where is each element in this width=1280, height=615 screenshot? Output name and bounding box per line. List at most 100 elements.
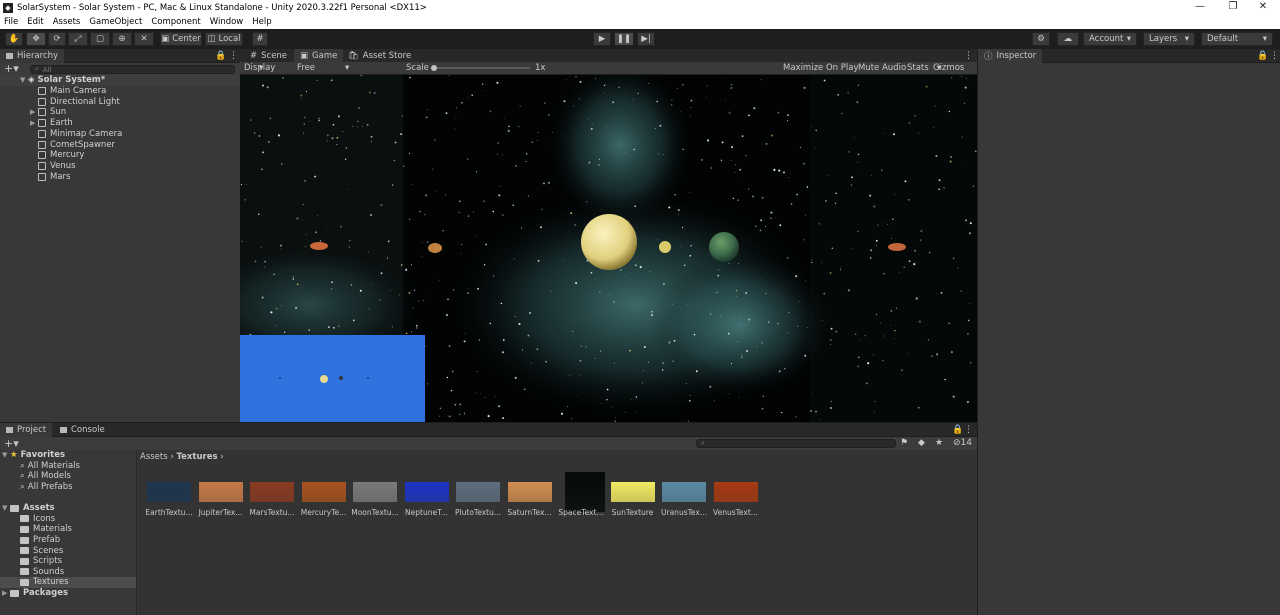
create-icon[interactable]: +▾ [4, 437, 19, 450]
breadcrumb-assets[interactable]: Assets [140, 452, 168, 462]
lock-icon[interactable]: 🔒 [952, 423, 963, 437]
favorite-item[interactable]: ⌕ All Prefabs [0, 482, 136, 493]
menu-file[interactable]: File [4, 17, 18, 27]
expand-arrow-icon[interactable]: ▶ [2, 589, 10, 597]
rotate-tool-icon[interactable]: ⟳ [48, 32, 66, 46]
panel-menu-icon[interactable]: ⋮ [229, 49, 238, 63]
layers-dropdown[interactable]: Layers ▾ [1143, 32, 1195, 46]
maximize-on-play-toggle[interactable]: Maximize On Play [783, 62, 858, 74]
packages-row[interactable]: ▶ Packages [0, 588, 136, 599]
lock-icon[interactable]: 🔒 [215, 49, 226, 63]
tab-project[interactable]: Project [0, 423, 53, 437]
star [631, 399, 632, 400]
tab-scene[interactable]: # Scene [244, 49, 293, 63]
hierarchy-item[interactable]: Mars [0, 171, 240, 182]
folder-item[interactable]: Sounds [0, 567, 136, 578]
folder-item[interactable]: Textures [0, 577, 136, 588]
expand-arrow-icon[interactable]: ▼ [2, 504, 10, 512]
menu-assets[interactable]: Assets [53, 17, 81, 27]
pivot-local-toggle[interactable]: ◫ Local [205, 32, 243, 46]
favorites-row[interactable]: ▼ ★ Favorites [0, 450, 136, 461]
scale-slider-handle[interactable] [431, 65, 437, 71]
star [719, 314, 721, 317]
menu-help[interactable]: Help [252, 17, 271, 27]
breadcrumb-textures[interactable]: Textures [176, 452, 217, 462]
panel-menu-icon[interactable]: ⋮ [964, 49, 973, 63]
menu-gameobject[interactable]: GameObject [89, 17, 142, 27]
add-icon[interactable]: +▾ [4, 62, 19, 75]
hand-tool-icon[interactable]: ✋ [5, 32, 23, 46]
assets-row[interactable]: ▼ Assets [0, 503, 136, 514]
menu-component[interactable]: Component [151, 17, 200, 27]
filter-label-icon[interactable]: ◆ [918, 438, 925, 448]
hierarchy-item-label: CometSpawner [50, 139, 116, 150]
folder-item[interactable]: Scripts [0, 556, 136, 567]
project-search-input[interactable]: ⌕ [696, 439, 896, 448]
rect-tool-icon[interactable]: ▢ [90, 32, 110, 46]
star [884, 132, 885, 134]
tab-game[interactable]: ▣ Game [294, 49, 344, 63]
expand-arrow-icon[interactable]: ▶ [30, 108, 38, 116]
move-tool-icon[interactable]: ✥ [26, 32, 46, 46]
star [637, 92, 639, 94]
maximize-button[interactable]: ❐ [1218, 0, 1248, 15]
menu-window[interactable]: Window [210, 17, 244, 27]
hierarchy-item[interactable]: Directional Light [0, 96, 240, 107]
expand-arrow-icon[interactable]: ▼ [2, 451, 10, 459]
folder-item[interactable]: Scenes [0, 545, 136, 556]
close-button[interactable]: ✕ [1248, 0, 1278, 15]
folder-item[interactable]: Prefab [0, 535, 136, 546]
folder-item[interactable]: Materials [0, 524, 136, 535]
filter-type-icon[interactable]: ⚑ [900, 438, 908, 448]
favorite-item[interactable]: ⌕ All Materials [0, 461, 136, 472]
hierarchy-item[interactable]: ▶ Earth [0, 118, 240, 129]
step-button[interactable]: ▶| [637, 32, 655, 46]
hierarchy-item[interactable]: Main Camera [0, 86, 240, 97]
folder-item[interactable]: Icons [0, 514, 136, 525]
tab-asset-store[interactable]: 🛍 Asset Store [342, 49, 417, 63]
expand-arrow-icon[interactable]: ▼ [20, 76, 28, 84]
grid-snap-icon[interactable]: # [252, 32, 268, 46]
scene-root-row[interactable]: ▼ ◈ Solar System* [0, 75, 240, 86]
star [895, 307, 898, 309]
game-viewport[interactable] [240, 75, 977, 422]
pause-button[interactable]: ❚❚ [614, 32, 634, 46]
star [601, 403, 603, 404]
tab-console[interactable]: Console [54, 423, 111, 437]
hierarchy-item[interactable]: Mercury [0, 150, 240, 161]
minimize-button[interactable]: — [1185, 0, 1215, 15]
cloud-icon[interactable]: ☁ [1057, 32, 1079, 46]
menu-edit[interactable]: Edit [27, 17, 43, 27]
hierarchy-item[interactable]: CometSpawner [0, 139, 240, 150]
account-dropdown[interactable]: Account ▾ [1083, 32, 1137, 46]
transform-tool-icon[interactable]: ⊕ [112, 32, 132, 46]
custom-tool-icon[interactable]: ✕ [134, 32, 154, 46]
favorite-star-icon[interactable]: ★ [935, 438, 943, 448]
play-button[interactable]: ▶ [593, 32, 611, 46]
favorite-item[interactable]: ⌕ All Models [0, 471, 136, 482]
tab-hierarchy[interactable]: Hierarchy [0, 49, 65, 63]
star [502, 339, 505, 341]
scale-tool-icon[interactable]: ⤢ [68, 32, 88, 46]
star [634, 264, 637, 267]
star [748, 188, 750, 190]
stats-toggle[interactable]: Stats [907, 62, 929, 74]
mute-audio-toggle[interactable]: Mute Audio [858, 62, 906, 74]
layout-dropdown[interactable]: Default ▾ [1201, 32, 1273, 46]
pivot-center-toggle[interactable]: ▣ Center [160, 32, 202, 46]
star [282, 77, 284, 80]
search-icon: ⌕ [20, 471, 25, 482]
hierarchy-search-input[interactable]: ⌕ All [30, 65, 235, 74]
hierarchy-item[interactable]: Venus [0, 161, 240, 172]
hierarchy-item[interactable]: ▶ Sun [0, 107, 240, 118]
star [466, 158, 469, 160]
panel-menu-icon[interactable]: ⋮ [964, 423, 973, 437]
panel-menu-icon[interactable]: ⋮ [1270, 49, 1279, 63]
tab-inspector[interactable]: ⓘ Inspector [978, 49, 1043, 63]
collab-icon[interactable]: ⚙ [1032, 32, 1050, 46]
hidden-packages-toggle[interactable]: ⊘14 [953, 438, 972, 448]
hierarchy-item[interactable]: Minimap Camera [0, 129, 240, 140]
lock-icon[interactable]: 🔒 [1257, 49, 1268, 63]
expand-arrow-icon[interactable]: ▶ [30, 119, 38, 127]
scale-slider-track[interactable] [432, 67, 530, 69]
